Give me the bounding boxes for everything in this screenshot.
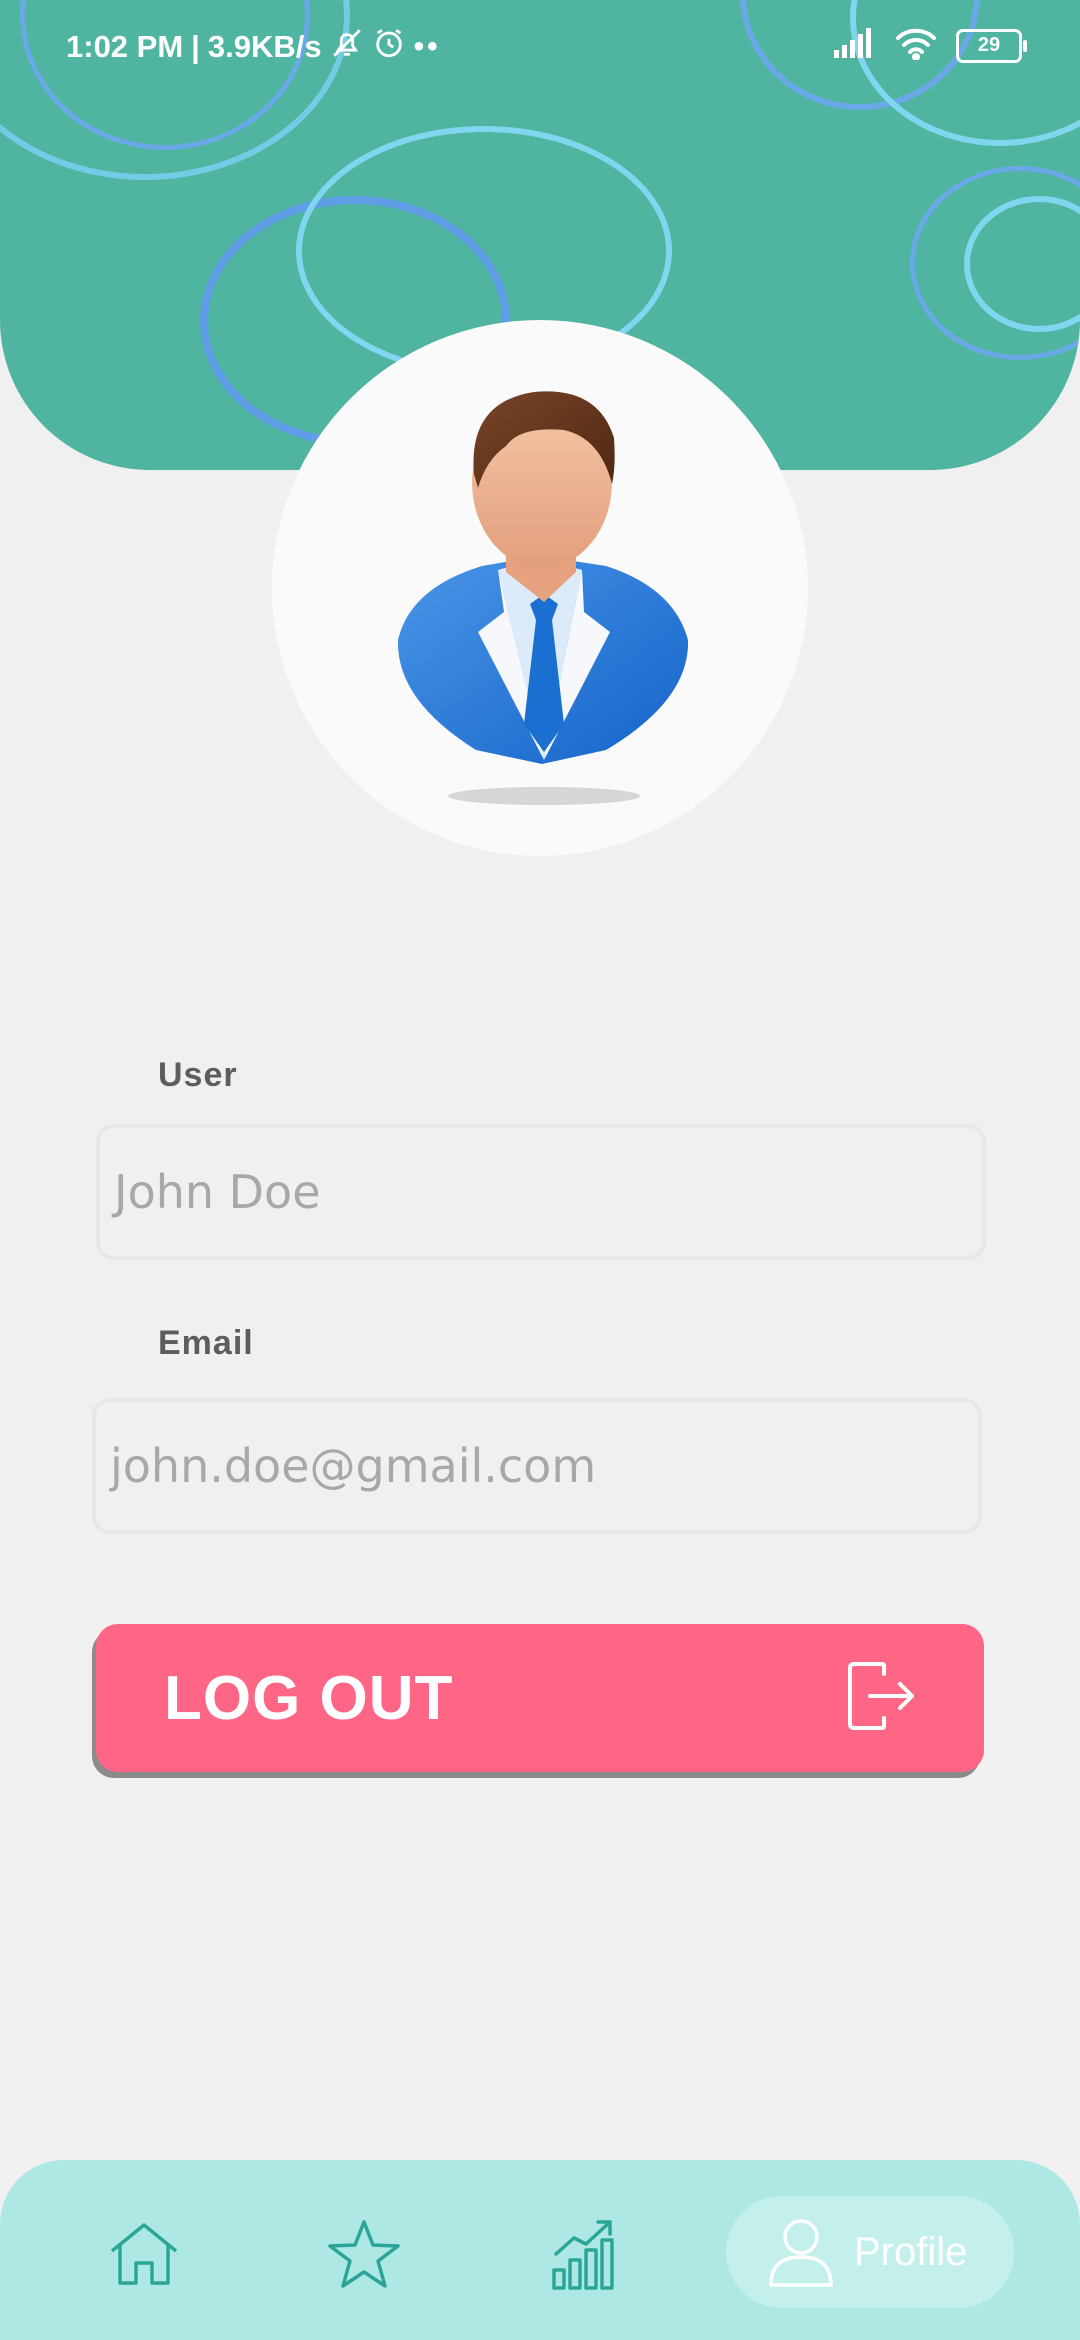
status-left: 1:02 PM | 3.9KB/s ••	[66, 26, 441, 68]
email-field[interactable]: john.doe@gmail.com	[92, 1398, 982, 1534]
email-value: john.doe@gmail.com	[110, 1439, 597, 1493]
status-time: 1:02 PM	[66, 29, 184, 64]
avatar	[272, 320, 808, 856]
more-notifications-icon: ••	[413, 30, 441, 63]
logout-icon	[846, 1660, 918, 1737]
user-field[interactable]: John Doe	[96, 1124, 986, 1260]
network-speed: 3.9KB/s	[207, 29, 322, 64]
logout-label: LOG OUT	[164, 1663, 454, 1733]
status-right: 29	[832, 26, 1027, 65]
mute-icon	[330, 26, 364, 68]
nav-home[interactable]	[104, 2212, 184, 2296]
nav-profile-label: Profile	[854, 2229, 968, 2274]
status-bar: 1:02 PM | 3.9KB/s •• 29	[0, 0, 1080, 92]
chart-icon	[552, 2220, 614, 2290]
nav-stats[interactable]	[544, 2212, 624, 2296]
status-divider: |	[191, 29, 200, 64]
star-icon	[328, 2220, 400, 2288]
signal-icon	[832, 28, 876, 63]
home-icon	[110, 2223, 178, 2285]
logout-button[interactable]: LOG OUT	[96, 1624, 984, 1772]
businessman-avatar-icon	[397, 391, 689, 805]
bottom-navigation: Profile	[0, 2160, 1080, 2340]
battery-level: 29	[977, 34, 1001, 56]
profile-icon	[769, 2219, 833, 2287]
nav-favorites[interactable]	[324, 2212, 404, 2296]
alarm-icon	[372, 26, 406, 68]
battery-indicator: 29	[956, 28, 1027, 63]
email-label: Email	[158, 1324, 254, 1362]
wifi-icon	[894, 26, 938, 65]
user-value: John Doe	[114, 1165, 321, 1219]
user-label: User	[158, 1056, 238, 1094]
nav-profile[interactable]: Profile	[726, 2196, 1014, 2308]
